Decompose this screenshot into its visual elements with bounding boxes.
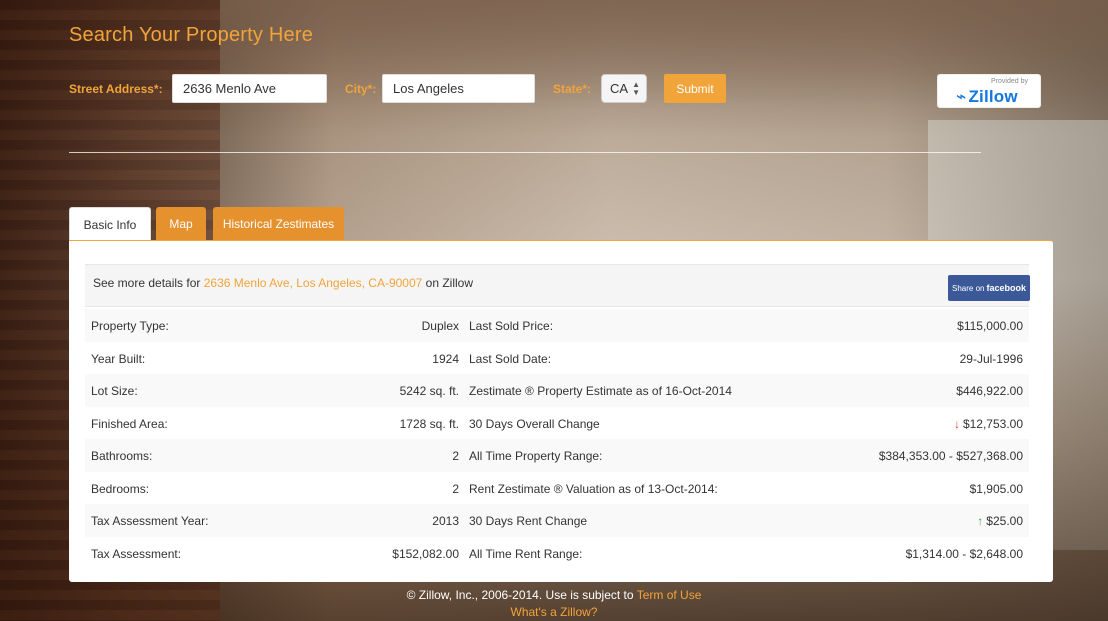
table-row: Lot Size: 5242 sq. ft. Zestimate ® Propert… bbox=[85, 374, 1029, 407]
row-label: Finished Area: bbox=[91, 416, 168, 431]
footer-copyright: © Zillow, Inc., 2006-2014. Use is subjec… bbox=[0, 588, 1108, 602]
zillow-brand-text: Zillow bbox=[968, 87, 1018, 106]
row-value-2: ↓ $12,753.00 bbox=[954, 417, 1023, 431]
state-label: State*: bbox=[553, 82, 592, 96]
page-title: Search Your Property Here bbox=[69, 24, 314, 46]
state-select-value: CA bbox=[610, 81, 629, 96]
arrow-up-icon: ↑ bbox=[977, 514, 984, 528]
row-label-2: Zestimate ® Property Estimate as of 16-O… bbox=[469, 384, 732, 398]
share-facebook-button[interactable]: Share on facebook bbox=[948, 275, 1030, 301]
details-text: See more details for 2636 Menlo Ave, Los… bbox=[93, 276, 473, 290]
row-label: Bedrooms: bbox=[91, 481, 150, 496]
row-value: Duplex bbox=[421, 319, 459, 333]
tab-historical-zestimates[interactable]: Historical Zestimates bbox=[213, 207, 344, 241]
row-label: Lot Size: bbox=[91, 384, 138, 398]
details-prefix: See more details for bbox=[93, 276, 204, 290]
row-label-2: All Time Rent Range: bbox=[469, 546, 583, 561]
zillow-logo: ⌁ Zillow bbox=[956, 87, 1018, 107]
select-arrows-icon: ▲ ▼ bbox=[632, 80, 640, 97]
row-label-2: 30 Days Overall Change bbox=[469, 416, 600, 431]
table-row: Tax Assessment Year: 2013 30 Days Rent Cha… bbox=[85, 504, 1029, 537]
zillow-badge[interactable]: Provided by ⌁ Zillow bbox=[937, 74, 1041, 108]
row-value: 1924 bbox=[432, 351, 459, 366]
table-row: Tax Assessment: $152,082.00 All Time Rent … bbox=[85, 536, 1029, 569]
row-value-2: $446,922.00 bbox=[956, 384, 1023, 398]
row-value: 1728 sq. ft. bbox=[399, 416, 459, 431]
street-address-label: Street Address*: bbox=[69, 82, 163, 96]
row-value-2: ↑ $25.00 bbox=[977, 514, 1023, 528]
city-label: City*: bbox=[345, 82, 377, 96]
row-label: Year Built: bbox=[91, 351, 146, 366]
details-bar: See more details for 2636 Menlo Ave, Los… bbox=[85, 264, 1030, 307]
row-label: Property Type: bbox=[91, 319, 169, 333]
table-row: Bathrooms: 2 All Time Property Range: $384,… bbox=[85, 439, 1029, 472]
submit-button[interactable]: Submit bbox=[664, 74, 726, 103]
header-divider bbox=[69, 152, 981, 153]
tab-basic-info[interactable]: Basic Info bbox=[69, 207, 151, 241]
facebook-brand-text: facebook bbox=[986, 283, 1026, 293]
row-value-2: $384,353.00 - $527,368.00 bbox=[878, 449, 1023, 463]
row-value: 2 bbox=[452, 449, 459, 463]
table-row: Property Type: Duplex Last Sold Price: $115… bbox=[85, 309, 1029, 342]
row-value-2: $1,905.00 bbox=[969, 481, 1023, 496]
share-label: Share on bbox=[952, 283, 985, 293]
row-label: Tax Assessment: bbox=[91, 546, 182, 561]
row-value: 2013 bbox=[432, 514, 459, 528]
footer-text: © Zillow, Inc., 2006-2014. Use is subjec… bbox=[406, 588, 637, 602]
details-suffix: on Zillow bbox=[422, 276, 474, 290]
row-value-2-text: $12,753.00 bbox=[962, 416, 1023, 431]
table-row: Bedrooms: 2 Rent Zestimate ® Valuation as … bbox=[85, 471, 1029, 504]
street-address-input[interactable]: 2636 Menlo Ave bbox=[172, 74, 327, 103]
row-value: 5242 sq. ft. bbox=[399, 384, 459, 398]
row-label-2: Last Sold Price: bbox=[469, 319, 554, 333]
state-select[interactable]: CA ▲ ▼ bbox=[601, 74, 647, 103]
row-value-2: $115,000.00 bbox=[957, 319, 1023, 333]
table-row: Year Built: 1924 Last Sold Date: 29-Jul-199… bbox=[85, 341, 1029, 374]
terms-of-use-link[interactable]: Term of Use bbox=[637, 588, 702, 602]
row-value-2: $1,314.00 - $2,648.00 bbox=[905, 546, 1023, 561]
row-label-2: All Time Property Range: bbox=[469, 449, 603, 463]
row-value-2: 29-Jul-1996 bbox=[959, 351, 1023, 366]
city-input[interactable]: Los Angeles bbox=[382, 74, 535, 103]
row-label: Tax Assessment Year: bbox=[91, 514, 209, 528]
row-label-2: Rent Zestimate ® Valuation as of 13-Oct-… bbox=[469, 481, 718, 496]
row-label: Bathrooms: bbox=[91, 449, 153, 463]
row-value-2-text: $25.00 bbox=[986, 514, 1023, 528]
row-value: $152,082.00 bbox=[392, 546, 459, 561]
row-label-2: Last Sold Date: bbox=[469, 351, 552, 366]
property-details-link[interactable]: 2636 Menlo Ave, Los Angeles, CA-90007 bbox=[204, 276, 423, 290]
arrow-down-icon: ↓ bbox=[953, 416, 960, 431]
zillow-z-icon: ⌁ bbox=[956, 87, 967, 106]
provided-by-text: Provided by bbox=[991, 78, 1028, 85]
property-table: Property Type: Duplex Last Sold Price: $115… bbox=[85, 309, 1029, 569]
tab-map[interactable]: Map bbox=[156, 207, 206, 241]
table-row: Finished Area: 1728 sq. ft. 30 Days Overal… bbox=[85, 406, 1029, 439]
row-value: 2 bbox=[452, 481, 459, 496]
basic-info-panel: See more details for 2636 Menlo Ave, Los… bbox=[69, 240, 1053, 582]
whats-zillow-link[interactable]: What's a Zillow? bbox=[0, 605, 1108, 619]
row-label-2: 30 Days Rent Change bbox=[469, 514, 588, 528]
